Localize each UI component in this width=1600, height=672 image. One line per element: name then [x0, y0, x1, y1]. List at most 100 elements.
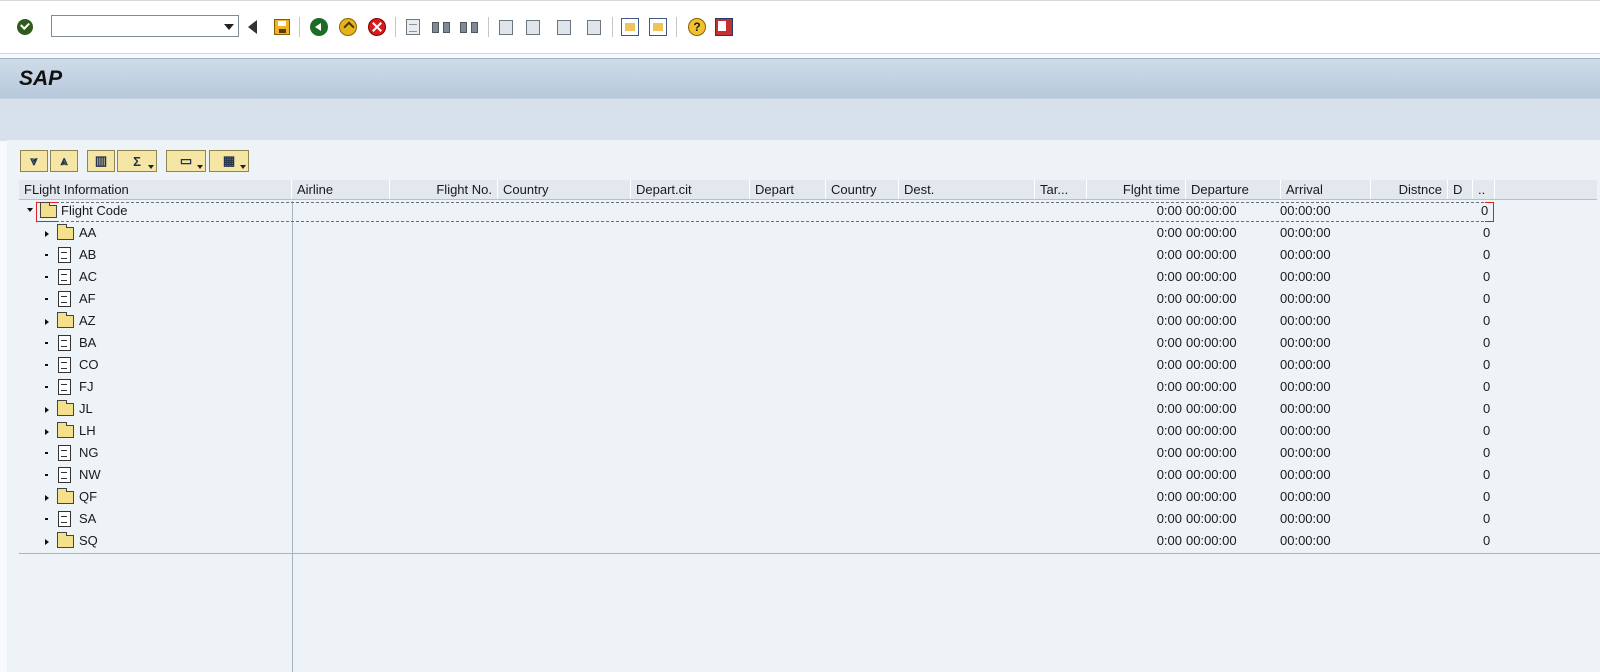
- flight-time-value: 0:00: [1156, 247, 1182, 262]
- last-column-value: 0: [1483, 357, 1491, 372]
- tree-row[interactable]: JL 0:00 00:00:00 00:00:00 0: [19, 398, 1493, 420]
- last-column-value: 0: [1483, 225, 1491, 240]
- arrival-value: 00:00:00: [1280, 291, 1331, 306]
- title-bar: SAP: [0, 58, 1600, 99]
- enter-icon[interactable]: [17, 16, 33, 38]
- root-arrival: 00:00:00: [1280, 203, 1331, 218]
- column-header-depart-city[interactable]: Depart.cit: [631, 180, 750, 199]
- tree-row[interactable]: QF 0:00 00:00:00 00:00:00 0: [19, 486, 1493, 508]
- column-header-depart[interactable]: Depart: [750, 180, 826, 199]
- tree-row[interactable]: AB 0:00 00:00:00 00:00:00 0: [19, 244, 1493, 266]
- back-green-icon[interactable]: [310, 16, 328, 38]
- back-icon[interactable]: [248, 16, 257, 38]
- column-header-dest-country[interactable]: Country: [826, 180, 899, 199]
- collapse-arrow-icon[interactable]: [27, 208, 33, 212]
- print-icon[interactable]: [406, 16, 420, 38]
- flight-code-label: NW: [79, 467, 101, 482]
- last-column-value: 0: [1483, 511, 1491, 526]
- column-header-departure[interactable]: Departure: [1186, 180, 1281, 199]
- last-page-icon[interactable]: [587, 16, 601, 38]
- column-header-airline[interactable]: Airline: [292, 180, 390, 199]
- cancel-icon[interactable]: [368, 16, 386, 38]
- document-icon: [58, 269, 71, 285]
- leaf-dot-icon: [45, 254, 48, 256]
- exit-icon[interactable]: [339, 16, 357, 38]
- root-departure: 00:00:00: [1186, 203, 1237, 218]
- tree-row[interactable]: AC 0:00 00:00:00 00:00:00 0: [19, 266, 1493, 288]
- find-icon[interactable]: [432, 16, 450, 38]
- column-header-flight-information[interactable]: FLight Information: [19, 180, 292, 199]
- tree-row[interactable]: BA 0:00 00:00:00 00:00:00 0: [19, 332, 1493, 354]
- arrival-value: 00:00:00: [1280, 269, 1331, 284]
- save-icon[interactable]: [274, 16, 290, 38]
- expand-icon[interactable]: ⩔: [20, 150, 48, 172]
- tree-row[interactable]: NW 0:00 00:00:00 00:00:00 0: [19, 464, 1493, 486]
- column-header-dest[interactable]: Dest.: [899, 180, 1035, 199]
- help-icon[interactable]: ?: [688, 16, 706, 38]
- column-header-arrival[interactable]: Arrival: [1281, 180, 1371, 199]
- tree-row[interactable]: FJ 0:00 00:00:00 00:00:00 0: [19, 376, 1493, 398]
- system-toolbar: ?: [0, 0, 1600, 54]
- expand-arrow-icon[interactable]: [45, 429, 49, 435]
- tree-row[interactable]: SA 0:00 00:00:00 00:00:00 0: [19, 508, 1493, 530]
- sum-icon[interactable]: Σ: [117, 150, 157, 172]
- document-icon: [58, 357, 71, 373]
- departure-value: 00:00:00: [1186, 401, 1237, 416]
- tree-row[interactable]: LH 0:00 00:00:00 00:00:00 0: [19, 420, 1493, 442]
- leaf-dot-icon: [45, 452, 48, 454]
- tree-row[interactable]: AA 0:00 00:00:00 00:00:00 0: [19, 222, 1493, 244]
- column-header-distance[interactable]: Distnce: [1371, 180, 1448, 199]
- root-last: 0: [1481, 203, 1489, 218]
- column-header-country[interactable]: Country: [498, 180, 631, 199]
- column-header-more[interactable]: ..: [1473, 180, 1495, 199]
- flight-code-label: AB: [79, 247, 97, 262]
- expand-arrow-icon[interactable]: [45, 407, 49, 413]
- tree-row[interactable]: AZ 0:00 00:00:00 00:00:00 0: [19, 310, 1493, 332]
- command-field-dropdown-icon[interactable]: [224, 24, 234, 30]
- departure-value: 00:00:00: [1186, 357, 1237, 372]
- last-column-value: 0: [1483, 379, 1491, 394]
- expand-arrow-icon[interactable]: [45, 319, 49, 325]
- shortcut-icon[interactable]: [649, 16, 667, 38]
- arrival-value: 00:00:00: [1280, 357, 1331, 372]
- document-icon: [58, 291, 71, 307]
- folder-icon: [57, 312, 74, 328]
- document-icon: [58, 379, 71, 395]
- tree-row[interactable]: NG 0:00 00:00:00 00:00:00 0: [19, 442, 1493, 464]
- first-page-icon[interactable]: [499, 16, 513, 38]
- last-column-value: 0: [1483, 401, 1491, 416]
- next-page-icon[interactable]: [557, 16, 571, 38]
- tree-row[interactable]: AF 0:00 00:00:00 00:00:00 0: [19, 288, 1493, 310]
- column-header-tariff[interactable]: Tar...: [1035, 180, 1087, 199]
- column-header-flight-time[interactable]: Flght time: [1087, 180, 1186, 199]
- flight-time-value: 0:00: [1156, 511, 1182, 526]
- column-header-flight-no[interactable]: Flight No.: [390, 180, 498, 199]
- previous-page-icon[interactable]: [526, 16, 540, 38]
- column-header-d[interactable]: D: [1448, 180, 1473, 199]
- expand-arrow-icon[interactable]: [45, 495, 49, 501]
- departure-value: 00:00:00: [1186, 225, 1237, 240]
- layout-menu-icon[interactable]: [715, 16, 733, 38]
- flight-time-value: 0:00: [1156, 489, 1182, 504]
- flight-code-label: AC: [79, 269, 98, 284]
- create-session-icon[interactable]: [621, 16, 639, 38]
- tree-row[interactable]: SQ 0:00 00:00:00 00:00:00 0: [19, 530, 1493, 552]
- expand-arrow-icon[interactable]: [45, 231, 49, 237]
- print-icon[interactable]: ▭: [166, 150, 206, 172]
- command-field[interactable]: [51, 15, 239, 37]
- tree-row[interactable]: CO 0:00 00:00:00 00:00:00 0: [19, 354, 1493, 376]
- collapse-icon[interactable]: ⩓: [50, 150, 78, 172]
- last-column-value: 0: [1483, 335, 1491, 350]
- arrival-value: 00:00:00: [1280, 335, 1331, 350]
- last-column-value: 0: [1483, 313, 1491, 328]
- tree-root-row[interactable]: Flight Code 0:00 00:00:00 00:00:00 0: [19, 200, 1493, 222]
- find-icon[interactable]: ▥: [87, 150, 115, 172]
- find-next-icon[interactable]: [460, 16, 478, 38]
- layout-icon[interactable]: ▦: [209, 150, 249, 172]
- departure-value: 00:00:00: [1186, 313, 1237, 328]
- flight-time-value: 0:00: [1156, 379, 1182, 394]
- arrival-value: 00:00:00: [1280, 313, 1331, 328]
- document-icon: [58, 511, 71, 527]
- last-column-value: 0: [1483, 489, 1491, 504]
- expand-arrow-icon[interactable]: [45, 539, 49, 545]
